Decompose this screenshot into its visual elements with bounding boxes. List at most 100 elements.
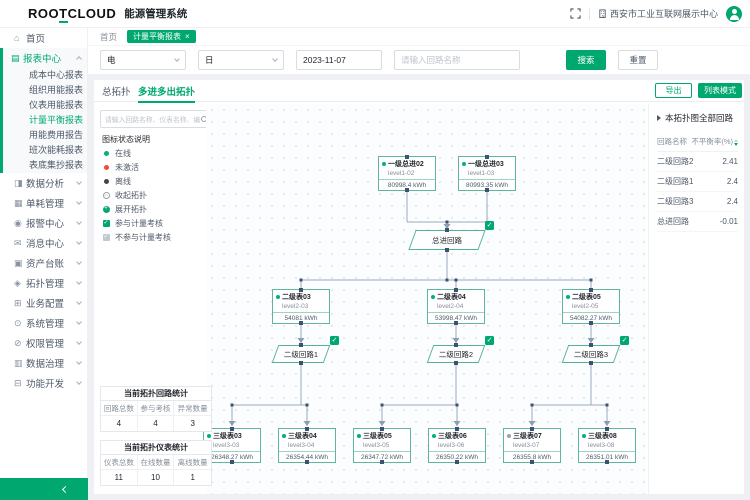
meter-node[interactable]: 二级表04level2-0453998.47 kWh: [427, 289, 485, 324]
stat-value: 4: [101, 416, 138, 431]
sidebar-item-business[interactable]: ⊞业务配置: [3, 293, 87, 313]
meter-node[interactable]: 二级表05level2-0554082.27 kWh: [562, 289, 620, 324]
sidebar-item-label: 报表中心: [23, 51, 61, 65]
meter-name: 二级表04: [428, 290, 484, 302]
sidebar-item-system[interactable]: ⊙系统管理: [3, 313, 87, 333]
legend-dot-dark-icon: [102, 179, 110, 184]
sidebar-subitem[interactable]: 班次能耗报表: [3, 143, 87, 158]
sidebar-item-report[interactable]: ▤报表中心: [3, 48, 87, 68]
energy-type-value: 电: [107, 54, 116, 66]
meter-node[interactable]: 二级表03level2-0354081 kWh: [272, 289, 330, 324]
fullscreen-icon[interactable]: [570, 8, 581, 19]
close-icon[interactable]: ×: [185, 30, 190, 43]
stat-header: 回路总数: [101, 401, 138, 416]
stat-value: 4: [138, 416, 175, 431]
energy-type-select[interactable]: 电: [100, 50, 186, 70]
reset-button[interactable]: 重置: [618, 50, 658, 70]
legend-check-green-icon: ✓: [102, 220, 110, 227]
chevron-down-icon: [76, 239, 82, 245]
header-divider: [589, 8, 590, 20]
meter-node[interactable]: 一级总进02level1-0280998.4 kWh: [378, 156, 436, 191]
stat-header: 在线数量: [138, 455, 175, 470]
assessment-badge-icon: ✓: [620, 336, 629, 345]
sidebar-collapse-button[interactable]: [0, 478, 88, 500]
user-avatar[interactable]: [726, 6, 742, 22]
tab-multi-in-out-topology[interactable]: 多进多出拓扑: [138, 84, 195, 98]
stat-header: 仪表总数: [101, 455, 138, 470]
list-mode-button[interactable]: 列表模式: [698, 83, 742, 98]
sidebar-item-permission[interactable]: ⊘权限管理: [3, 333, 87, 353]
sidebar-item-data-governance[interactable]: ▥数据治理: [3, 353, 87, 373]
circuit-node[interactable]: 二级回路1✓: [275, 345, 327, 363]
sidebar-subitem[interactable]: 仪表用能报表: [3, 98, 87, 113]
legend-label: 参与计量考核: [115, 218, 163, 229]
sidebar-item-analysis[interactable]: ◨数据分析: [3, 173, 87, 193]
meter-energy-value: 26354.44 kWh: [279, 451, 335, 462]
sidebar-subitem[interactable]: 用能费用报告: [3, 128, 87, 143]
sidebar-item-dev[interactable]: ⊟功能开发: [3, 373, 87, 393]
circuit-row[interactable]: 二级回路22.41: [657, 152, 738, 172]
meter-node[interactable]: 三级表05level3-0526347.72 kWh: [353, 428, 411, 463]
meter-name: 一级总进03: [459, 157, 515, 169]
chevron-down-icon: [76, 199, 82, 205]
column-imbalance-rate[interactable]: 不平衡率(%): [691, 136, 738, 147]
meter-code: level3-05: [354, 441, 410, 451]
stat-value: 11: [101, 470, 138, 485]
chevron-down-icon: [76, 179, 82, 185]
chevron-down-icon: [76, 359, 82, 365]
sidebar-item-consumption[interactable]: ▦单耗管理: [3, 193, 87, 213]
circuit-node[interactable]: 二级回路3✓: [565, 345, 617, 363]
circuit-row-name: 二级回路3: [657, 196, 693, 207]
meter-node[interactable]: 三级表07level3-0726355.8 kWh: [503, 428, 561, 463]
search-button[interactable]: 搜索: [566, 50, 606, 70]
circuit-node[interactable]: 总进回路✓: [412, 230, 482, 250]
circuit-stats-title: 当前拓扑回路统计: [101, 387, 211, 401]
circuit-row[interactable]: 二级回路12.4: [657, 172, 738, 192]
sidebar-subitem[interactable]: 成本中心报表: [3, 68, 87, 83]
meter-node[interactable]: 三级表04level3-0426354.44 kWh: [278, 428, 336, 463]
meter-node[interactable]: 三级表08level3-0826351.01 kWh: [578, 428, 636, 463]
meter-name: 二级表03: [273, 290, 329, 302]
meter-node[interactable]: 三级表06level3-0626350.22 kWh: [428, 428, 486, 463]
meter-energy-value: 54082.27 kWh: [563, 312, 619, 323]
organization-selector[interactable]: 西安市工业互联网展示中心: [598, 7, 718, 20]
export-button[interactable]: 导出: [655, 83, 692, 98]
meter-status-dot: [582, 434, 586, 438]
circuit-row[interactable]: 总进回路-0.01: [657, 212, 738, 232]
chevron-down-icon: [272, 56, 278, 62]
filter-bar: 电 日 2023-11-07 请输入回路名称 搜索 重置: [88, 46, 750, 74]
breadcrumb-home[interactable]: 首页: [100, 31, 117, 43]
tab-label: 计量平衡报表: [133, 30, 181, 43]
meter-code: level3-08: [579, 441, 635, 451]
tab-total-topology[interactable]: 总拓扑: [102, 84, 131, 98]
meter-name: 一级总进02: [379, 157, 435, 169]
sidebar-item-home[interactable]: ⌂首页: [3, 28, 87, 48]
circuit-stats-table: 当前拓扑回路统计 回路总数参与考核异常数量443: [100, 386, 212, 432]
sidebar-item-message[interactable]: ✉消息中心: [3, 233, 87, 253]
circuit-name-placeholder: 请输入回路名称: [401, 54, 461, 66]
circuit-row[interactable]: 二级回路32.4: [657, 192, 738, 212]
sidebar-item-asset[interactable]: ▣资产台账: [3, 253, 87, 273]
circuit-name-input[interactable]: 请输入回路名称: [394, 50, 520, 70]
circuit-row-name: 总进回路: [657, 216, 689, 227]
assessment-badge-icon: ✓: [330, 336, 339, 345]
stat-value: 3: [174, 416, 211, 431]
circuit-row-value: 2.41: [722, 157, 738, 166]
circuit-name: 总进回路: [412, 230, 482, 250]
tab-metering-balance-report[interactable]: 计量平衡报表 ×: [127, 30, 196, 43]
sidebar-subitem[interactable]: 计量平衡报表: [3, 113, 87, 128]
sidebar-item-alarm[interactable]: ◉报警中心: [3, 213, 87, 233]
topology-search-input[interactable]: 请输入回路名称、仪表名称、编号: [100, 110, 212, 128]
meter-node[interactable]: 一级总进03level1-0380993.35 kWh: [458, 156, 516, 191]
sidebar-subitem[interactable]: 表底集抄报表: [3, 158, 87, 173]
panel-collapse-icon[interactable]: [657, 115, 661, 121]
period-select[interactable]: 日: [198, 50, 284, 70]
sidebar-item-topology[interactable]: ◈拓扑管理: [3, 273, 87, 293]
meter-energy-value: 54081 kWh: [273, 312, 329, 323]
date-picker[interactable]: 2023-11-07: [296, 50, 382, 70]
sidebar-subitem[interactable]: 组织用能报表: [3, 83, 87, 98]
energy-management-app: ROOTCLOUD 能源管理系统 西安市工业互联网展示中心 ⌂首页▤报表中心成本…: [0, 0, 750, 500]
sort-icon[interactable]: [734, 139, 738, 146]
circuit-node[interactable]: 二级回路2✓: [430, 345, 482, 363]
meter-status-dot: [276, 295, 280, 299]
